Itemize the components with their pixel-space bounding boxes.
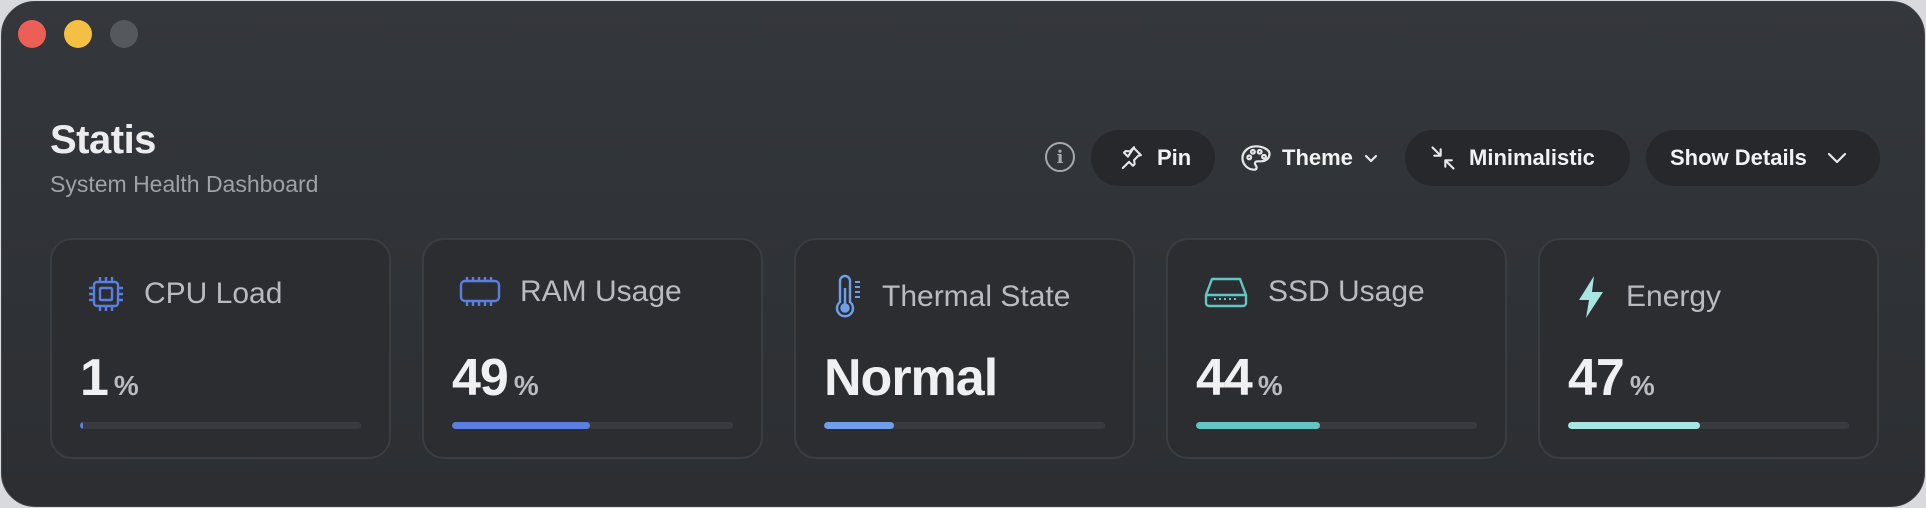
minimize-window-button[interactable]	[64, 20, 92, 48]
app-window: Statis System Health Dashboard i Pin The…	[1, 1, 1925, 507]
thermal-state-card: Thermal State Normal	[794, 238, 1135, 459]
memory-module-icon	[459, 277, 501, 306]
pin-button[interactable]: Pin	[1091, 130, 1215, 186]
palette-icon	[1241, 145, 1271, 171]
ram-usage-card: RAM Usage 49 %	[422, 238, 763, 459]
card-unit: %	[113, 370, 139, 401]
minimalistic-button[interactable]: Minimalistic	[1405, 130, 1630, 186]
card-unit: %	[1257, 370, 1283, 401]
card-label: Thermal State	[882, 280, 1071, 313]
energy-card: Energy 47 %	[1538, 238, 1879, 459]
collapse-arrows-icon	[1431, 146, 1455, 170]
minimalistic-label: Minimalistic	[1469, 145, 1595, 170]
card-label: CPU Load	[144, 277, 283, 310]
app-title: Statis	[50, 118, 156, 162]
card-label: Energy	[1626, 280, 1722, 313]
progress-fill	[824, 422, 895, 429]
progress-bar	[1568, 422, 1849, 429]
progress-fill	[80, 422, 83, 429]
card-value: Normal	[824, 349, 998, 407]
progress-fill	[452, 422, 590, 429]
card-value: 1	[80, 349, 109, 407]
info-icon[interactable]: i	[1045, 142, 1075, 172]
card-label: RAM Usage	[520, 275, 682, 308]
thermometer-icon	[835, 274, 860, 318]
card-value: 49	[452, 349, 509, 407]
chevron-down-icon	[1364, 154, 1378, 163]
chevron-down-icon	[1827, 152, 1847, 164]
progress-bar	[80, 422, 361, 429]
cpu-chip-icon	[89, 277, 123, 311]
pin-label: Pin	[1157, 145, 1192, 170]
show-details-button[interactable]: Show Details	[1646, 130, 1880, 186]
theme-label: Theme	[1282, 145, 1353, 170]
card-value: 47	[1568, 349, 1625, 407]
card-label: SSD Usage	[1268, 275, 1425, 308]
drive-icon	[1204, 277, 1248, 308]
card-value: 44	[1196, 349, 1253, 407]
progress-bar	[1196, 422, 1477, 429]
app-subtitle: System Health Dashboard	[50, 171, 319, 197]
card-unit: %	[513, 370, 539, 401]
zoom-window-button[interactable]	[110, 20, 138, 48]
window-controls	[18, 20, 138, 48]
cpu-load-card: CPU Load 1 %	[50, 238, 391, 459]
progress-bar	[824, 422, 1105, 429]
card-unit: %	[1629, 370, 1655, 401]
close-window-button[interactable]	[18, 20, 46, 48]
theme-menu-button[interactable]: Theme	[1234, 130, 1386, 186]
show-details-label: Show Details	[1670, 145, 1807, 170]
pin-icon	[1121, 146, 1142, 170]
lightning-bolt-icon	[1579, 276, 1603, 318]
progress-fill	[1568, 422, 1701, 429]
progress-fill	[1196, 422, 1320, 429]
ssd-usage-card: SSD Usage 44 %	[1166, 238, 1507, 459]
progress-bar	[452, 422, 733, 429]
